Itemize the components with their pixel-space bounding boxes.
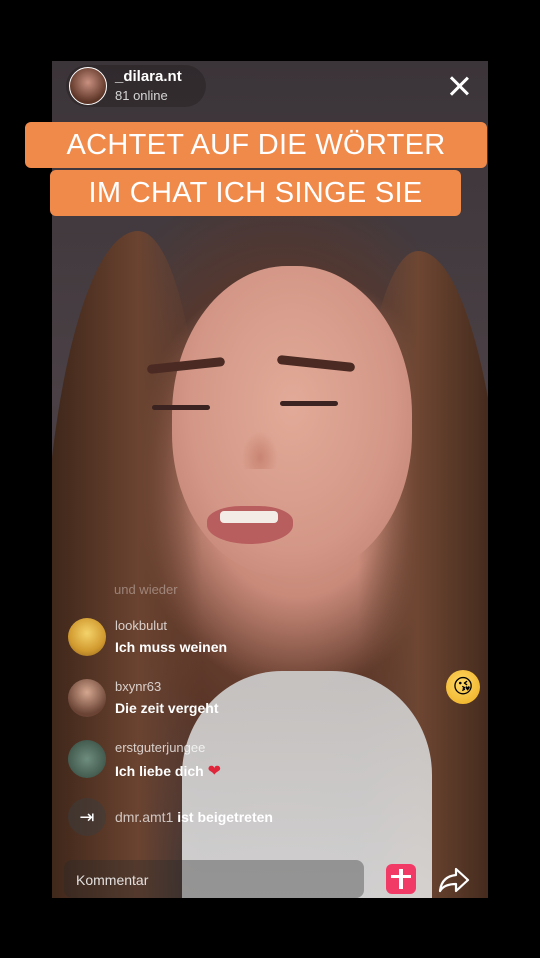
chat-username[interactable]: erstguterjungee (115, 740, 205, 755)
chat-text: Ich muss weinen (115, 639, 228, 655)
close-icon[interactable] (446, 74, 472, 100)
video-eye-left (152, 405, 210, 410)
comment-placeholder[interactable]: Kommentar (76, 872, 148, 888)
video-eye-right (280, 401, 338, 406)
kiss-emoji-icon: 😘 (446, 670, 480, 704)
join-username[interactable]: dmr.amt1 (115, 809, 173, 825)
chat-avatar[interactable] (68, 618, 106, 656)
video-hair-left (52, 231, 202, 898)
chat-username[interactable]: bxynr63 (115, 679, 161, 694)
chat-text: Ich liebe dich ❤ (115, 761, 221, 781)
chat-text: Die zeit vergeht (115, 700, 219, 716)
viewer-count: 81 online (115, 88, 168, 103)
heart-icon: ❤ (207, 763, 221, 780)
chat-avatar[interactable] (68, 740, 106, 778)
video-nose (242, 431, 278, 469)
gift-icon[interactable] (386, 864, 416, 894)
host-avatar[interactable] (69, 67, 107, 105)
caption-line-2: IM CHAT ICH SINGE SIE (50, 170, 461, 216)
host-username[interactable]: _dilara.nt (115, 68, 182, 85)
caption-line-1: ACHTET AUF DIE WÖRTER (25, 122, 487, 168)
video-teeth (220, 511, 278, 523)
chat-text-content: Ich liebe dich (115, 763, 204, 779)
chat-username[interactable]: lookbulut (115, 618, 167, 633)
share-icon[interactable] (438, 866, 470, 894)
join-message: ist beigetreten (173, 809, 273, 825)
chat-avatar[interactable] (68, 679, 106, 717)
join-notification: dmr.amt1 ist beigetreten (115, 809, 273, 825)
chat-faded-message: und wieder (114, 582, 178, 597)
enter-icon: ⇥ (68, 798, 106, 836)
